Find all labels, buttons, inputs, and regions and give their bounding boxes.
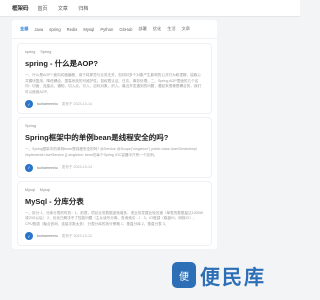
- top-navbar: 框架码 首页 文章 归档: [0, 0, 300, 17]
- post-card[interactable]: Mysql Mysql MySql - 分库分表 一、拆分 1、分库分表的时机：…: [18, 181, 211, 246]
- post-author[interactable]: tuohameeniu: [37, 166, 58, 170]
- nav-archive-link[interactable]: 归档: [78, 6, 88, 12]
- category-tabs: 全部 Java spring Redis Mysql Python GitHub…: [12, 20, 217, 39]
- tab-all[interactable]: 全部: [20, 26, 28, 32]
- article-list-panel: 全部 Java spring Redis Mysql Python GitHub…: [12, 20, 217, 250]
- post-time: 发布于 2023-10-12: [61, 233, 92, 238]
- post-tag[interactable]: Spring: [25, 124, 36, 128]
- tab-python[interactable]: Python: [100, 27, 113, 32]
- post-title[interactable]: MySql - 分库分表: [25, 196, 204, 207]
- post-time: 发布于 2023-10-14: [61, 101, 92, 106]
- tab-java[interactable]: Java: [34, 27, 43, 32]
- post-meta: ✓ tuohameeniu 发布于 2023-10-12: [25, 232, 204, 241]
- site-logo[interactable]: 框架码: [12, 4, 29, 12]
- post-time: 发布于 2023-10-13: [61, 165, 92, 170]
- post-meta: ✓ tuohameeniu 发布于 2023-10-13: [25, 163, 204, 172]
- post-summary: 一、拆分 1、分库分表的时机：1、前提，项目业务数据逐渐增多，或业务发展比较迅速…: [25, 210, 204, 226]
- post-meta: ✓ tuohameeniu 发布于 2023-10-14: [25, 100, 204, 109]
- post-tag[interactable]: spring: [25, 50, 35, 54]
- watermark-text: 便民库: [200, 266, 266, 289]
- tab-deploy[interactable]: 部署: [138, 26, 146, 32]
- post-tag[interactable]: Spring: [40, 50, 51, 54]
- tab-optimize[interactable]: 优化: [153, 26, 161, 32]
- watermark-logo: 便 便民库: [172, 258, 286, 292]
- tab-life[interactable]: 生活: [167, 26, 175, 32]
- post-summary: 一、什么是AOP? 面向切面编程，用于将那些与业务无关，但却对多个对象产生影响的…: [25, 73, 202, 94]
- tab-spring[interactable]: spring: [49, 27, 60, 32]
- post-tag[interactable]: Mysql: [25, 188, 35, 192]
- post-title[interactable]: spring - 什么是AOP?: [25, 58, 204, 69]
- post-summary: 一、Spring框架中的单例bean是线程安全的吗? @Service @Sco…: [25, 147, 198, 157]
- post-author[interactable]: tuohameeniu: [37, 234, 58, 238]
- main-nav: 首页 文章 归档: [29, 5, 89, 12]
- author-avatar-icon: ✓: [25, 163, 33, 172]
- shopping-bag-icon: 便: [172, 262, 196, 288]
- tab-article[interactable]: 文章: [182, 26, 190, 32]
- nav-home-link[interactable]: 首页: [38, 6, 48, 12]
- post-card[interactable]: Spring Spring框架中的单例bean是线程安全的吗? 一、Spring…: [18, 118, 211, 177]
- post-tags: Mysql Mysql: [25, 188, 204, 192]
- post-card[interactable]: spring Spring spring - 什么是AOP? 一、什么是AOP?…: [18, 44, 211, 114]
- post-tags: Spring: [25, 124, 204, 128]
- post-author[interactable]: tuohameeniu: [37, 102, 58, 106]
- post-tag[interactable]: Mysql: [40, 188, 50, 192]
- tab-redis[interactable]: Redis: [67, 27, 78, 32]
- post-tags: spring Spring: [25, 50, 204, 54]
- post-title[interactable]: Spring框架中的单例bean是线程安全的吗?: [25, 132, 204, 143]
- nav-articles-link[interactable]: 文章: [58, 6, 68, 12]
- author-avatar-icon: ✓: [25, 232, 33, 241]
- author-avatar-icon: ✓: [25, 100, 33, 109]
- tab-mysql[interactable]: Mysql: [83, 27, 94, 32]
- tab-github[interactable]: GitHub: [119, 27, 132, 32]
